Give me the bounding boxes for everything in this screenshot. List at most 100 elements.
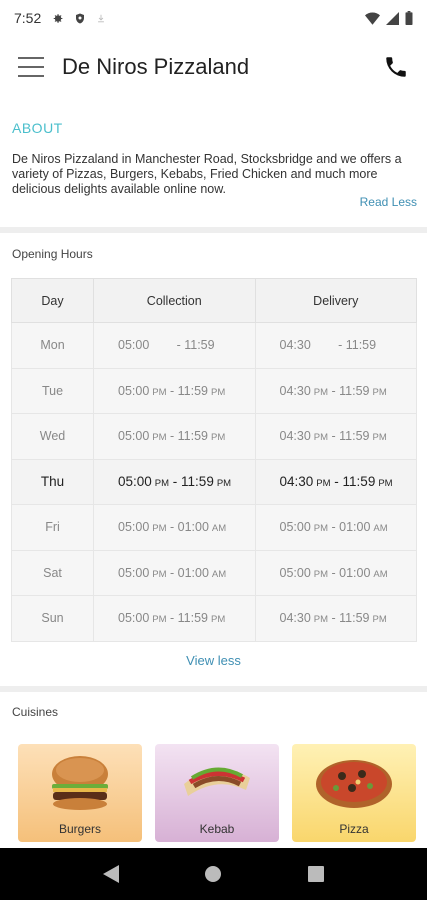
pizza-image bbox=[316, 760, 392, 808]
status-left: 7:52 bbox=[14, 10, 106, 26]
ampm-label: PM bbox=[313, 386, 329, 398]
cuisines-label: Cuisines bbox=[12, 705, 59, 719]
status-right bbox=[365, 11, 413, 25]
column-header-delivery: Delivery bbox=[254, 278, 417, 323]
cuisine-card-kebab[interactable]: Kebab bbox=[155, 744, 279, 842]
delivery-time-cell: 04:30 PM - 11:59 PM bbox=[254, 367, 417, 414]
time-value: 01:00 bbox=[177, 565, 209, 580]
column-header-day: Day bbox=[11, 278, 94, 323]
cuisine-label: Pizza bbox=[339, 822, 369, 836]
time-value: 11:59 bbox=[342, 474, 376, 490]
time-separator: - bbox=[166, 611, 178, 626]
time-value: 01:00 bbox=[339, 520, 371, 535]
section-divider bbox=[0, 227, 427, 233]
time-separator: - bbox=[328, 565, 340, 580]
time-value: 05:00 bbox=[118, 474, 152, 490]
about-text: De Niros Pizzaland in Manchester Road, S… bbox=[12, 152, 402, 196]
ampm-label: PM bbox=[152, 614, 167, 626]
ampm-label: PM bbox=[372, 614, 387, 626]
time-value: 11:59 bbox=[339, 383, 370, 398]
recents-icon[interactable] bbox=[296, 854, 336, 894]
time-value: 11:59 bbox=[181, 474, 214, 490]
time-separator: - bbox=[330, 474, 343, 490]
collection-time-cell: 05:00 PM - 11:59 PM bbox=[93, 595, 256, 642]
time-value: 04:30 bbox=[279, 611, 311, 626]
ampm-label: AM bbox=[211, 568, 227, 580]
cuisine-label: Burgers bbox=[58, 822, 102, 836]
table-row: Fri 05:00 PM - 01:00 AM 05:00 PM - 01:00 AM bbox=[11, 504, 417, 551]
table-row: Sun 05:00 PM - 11:59 PM 04:30 PM - 11:59 PM bbox=[11, 595, 417, 642]
time-value: 11:59 bbox=[339, 611, 370, 626]
delivery-time-cell: 04:30 PM - 11:59 PM bbox=[254, 413, 417, 460]
day-cell: Wed bbox=[11, 413, 94, 460]
about-section: ABOUT De Niros Pizzaland in Manchester R… bbox=[0, 112, 427, 209]
phone-icon[interactable] bbox=[383, 54, 409, 80]
ampm-label: PM bbox=[216, 478, 232, 490]
time-separator: - bbox=[328, 429, 340, 444]
app-bar: De Niros Pizzaland bbox=[0, 36, 427, 98]
time-value: 11:59 bbox=[177, 611, 208, 626]
home-icon[interactable] bbox=[193, 854, 233, 894]
time-value: 05:00 bbox=[279, 520, 311, 535]
day-cell: Tue bbox=[11, 367, 94, 414]
ampm-label: PM bbox=[313, 523, 329, 535]
menu-icon[interactable] bbox=[18, 57, 44, 77]
time-separator: - bbox=[152, 338, 185, 353]
ampm-label: PM bbox=[313, 614, 329, 626]
time-separator: - bbox=[166, 429, 178, 444]
day-cell: Thu bbox=[11, 458, 94, 505]
day-cell: Fri bbox=[11, 504, 94, 551]
collection-time-cell: 05:00 PM - 11:59 PM bbox=[93, 413, 256, 460]
read-less-link[interactable]: Read Less bbox=[360, 195, 417, 209]
settings-icon bbox=[53, 13, 63, 23]
time-value: 05:00 bbox=[118, 611, 150, 626]
collection-time-cell: 05:00 PM - 11:59 PM bbox=[93, 367, 256, 414]
column-header-collection: Collection bbox=[93, 278, 256, 323]
ampm-label: AM bbox=[373, 523, 388, 535]
ampm-label: PM bbox=[211, 386, 226, 398]
time-separator: - bbox=[328, 611, 340, 626]
ampm-label: AM bbox=[373, 568, 388, 580]
about-title: ABOUT bbox=[12, 120, 63, 136]
time-value: 01:00 bbox=[177, 520, 209, 535]
cuisines-list: Burgers Kebab Pizza bbox=[18, 744, 416, 842]
time-separator: - bbox=[328, 520, 340, 535]
kebab-image bbox=[184, 767, 250, 796]
table-row: Thu 05:00 PM - 11:59 PM 04:30 PM - 11:59 PM bbox=[11, 458, 417, 505]
status-bar: 7:52 bbox=[0, 0, 427, 36]
time-value: 05:00 bbox=[118, 565, 150, 580]
delivery-time-cell: 05:00 PM - 01:00 AM bbox=[254, 504, 417, 551]
time-value: 04:30 bbox=[279, 474, 314, 490]
opening-hours-label: Opening Hours bbox=[12, 247, 93, 261]
collection-time-cell: 05:00 PM - 11:59 PM bbox=[93, 458, 256, 505]
cuisine-card-burgers[interactable]: Burgers bbox=[18, 744, 142, 842]
view-less-link[interactable]: View less bbox=[0, 653, 427, 668]
time-value: 05:00 bbox=[279, 565, 311, 580]
back-icon[interactable] bbox=[91, 854, 131, 894]
delivery-time-cell: 04:30 PM - 11:59 PM bbox=[254, 595, 417, 642]
day-cell: Sat bbox=[11, 549, 94, 596]
ampm-label: PM bbox=[316, 478, 331, 490]
cuisine-card-pizza[interactable]: Pizza bbox=[292, 744, 416, 842]
burger-image bbox=[52, 756, 108, 810]
table-row: Mon 05:00 - 11:59 04:30 - 11:59 bbox=[11, 322, 417, 369]
time-separator: - bbox=[313, 338, 346, 353]
time-separator: - bbox=[328, 383, 340, 398]
opening-hours-table: Day Collection Delivery Mon 05:00 - 11:59… bbox=[11, 278, 417, 642]
time-value: 04:30 bbox=[279, 429, 311, 444]
opening-hours-body: Mon 05:00 - 11:59 04:30 - 11:59 Tue 05:00 PM … bbox=[11, 322, 417, 642]
time-separator: - bbox=[166, 565, 178, 580]
day-cell: Mon bbox=[11, 322, 94, 369]
ampm-label: PM bbox=[152, 523, 167, 535]
shield-icon bbox=[76, 13, 85, 23]
time-separator: - bbox=[166, 520, 178, 535]
ampm-label: PM bbox=[378, 478, 393, 490]
delivery-time-cell: 04:30 PM - 11:59 PM bbox=[254, 458, 417, 505]
time-value: 01:00 bbox=[339, 565, 371, 580]
table-row: Sat 05:00 PM - 01:00 AM 05:00 PM - 01:00 AM bbox=[11, 549, 417, 596]
ampm-label: PM bbox=[313, 568, 329, 580]
wifi-icon bbox=[365, 12, 380, 25]
table-row: Wed 05:00 PM - 11:59 PM 04:30 PM - 11:59 PM bbox=[11, 413, 417, 460]
ampm-label: PM bbox=[211, 614, 226, 626]
page-title: De Niros Pizzaland bbox=[62, 54, 250, 79]
